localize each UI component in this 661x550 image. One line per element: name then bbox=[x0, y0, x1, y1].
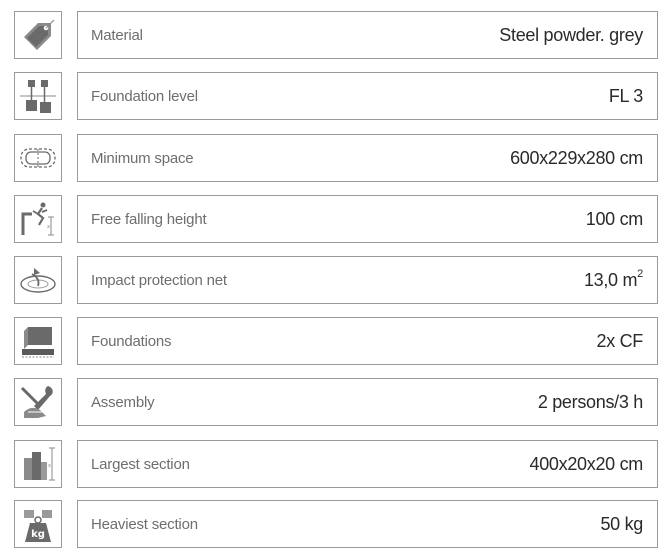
spec-value: 50 kg bbox=[600, 513, 643, 534]
largest-section-icon: x bbox=[14, 440, 62, 488]
spec-row-assembly: Assembly 2 persons/3 h bbox=[14, 378, 658, 428]
price-tag-icon bbox=[14, 11, 62, 59]
minimum-space-icon bbox=[14, 134, 62, 182]
spec-value-number: 13,0 m bbox=[583, 269, 638, 290]
spec-value: 100 cm bbox=[585, 208, 644, 229]
spec-cell-largest-section: Largest section 400x20x20 cm bbox=[77, 440, 658, 488]
impact-net-icon bbox=[14, 256, 62, 304]
spec-cell-foundation-level: Foundation level FL 3 bbox=[77, 72, 658, 120]
spec-cell-material: Material Steel powder. grey bbox=[77, 11, 658, 59]
spec-cell-impact-protection-net: Impact protection net 13,0 m2 bbox=[77, 256, 658, 304]
svg-text:x: x bbox=[47, 224, 50, 230]
spec-label: Material bbox=[91, 26, 143, 44]
assembly-tools-icon bbox=[14, 378, 62, 426]
spec-label: Free falling height bbox=[91, 210, 207, 228]
svg-text:x: x bbox=[48, 463, 51, 469]
spec-value: 2x CF bbox=[596, 330, 643, 351]
foundation-block-icon bbox=[14, 317, 62, 365]
spec-value: 13,0 m2 bbox=[583, 267, 643, 291]
free-fall-icon: x bbox=[14, 195, 62, 243]
spec-value: FL 3 bbox=[608, 85, 643, 106]
spec-row-largest-section: x Largest section 400x20x20 cm bbox=[14, 440, 658, 490]
spec-label: Largest section bbox=[91, 455, 190, 473]
spec-row-heaviest-section: kg Heaviest section 50 kg bbox=[14, 500, 658, 550]
spec-label: Assembly bbox=[91, 393, 155, 411]
spec-list: Material Steel powder. grey Foundation l… bbox=[0, 0, 661, 548]
spec-label: Impact protection net bbox=[91, 271, 227, 289]
spec-cell-assembly: Assembly 2 persons/3 h bbox=[77, 378, 658, 426]
spec-label: Minimum space bbox=[91, 149, 194, 167]
spec-row-foundation-level: Foundation level FL 3 bbox=[14, 72, 658, 122]
spec-cell-heaviest-section: Heaviest section 50 kg bbox=[77, 500, 658, 548]
spec-value-superscript: 2 bbox=[637, 267, 643, 280]
spec-label: Heaviest section bbox=[91, 515, 198, 533]
spec-row-free-falling-height: x Free falling height 100 cm bbox=[14, 195, 658, 245]
spec-label: Foundation level bbox=[91, 87, 198, 105]
spec-row-foundations: Foundations 2x CF bbox=[14, 317, 658, 367]
spec-value: 2 persons/3 h bbox=[537, 391, 643, 412]
spec-label: Foundations bbox=[91, 332, 172, 350]
spec-cell-foundations: Foundations 2x CF bbox=[77, 317, 658, 365]
spec-row-material: Material Steel powder. grey bbox=[14, 11, 658, 61]
spec-cell-free-falling-height: Free falling height 100 cm bbox=[77, 195, 658, 243]
spec-value: Steel powder. grey bbox=[499, 24, 643, 45]
spec-row-minimum-space: Minimum space 600x229x280 cm bbox=[14, 134, 658, 184]
spec-value: 400x20x20 cm bbox=[529, 453, 644, 474]
spec-row-impact-protection-net: Impact protection net 13,0 m2 bbox=[14, 256, 658, 306]
spec-value: 600x229x280 cm bbox=[510, 147, 643, 168]
foundation-level-icon bbox=[14, 72, 62, 120]
spec-cell-minimum-space: Minimum space 600x229x280 cm bbox=[77, 134, 658, 182]
weight-kg-icon: kg bbox=[14, 500, 62, 548]
kg-label: kg bbox=[31, 529, 45, 540]
